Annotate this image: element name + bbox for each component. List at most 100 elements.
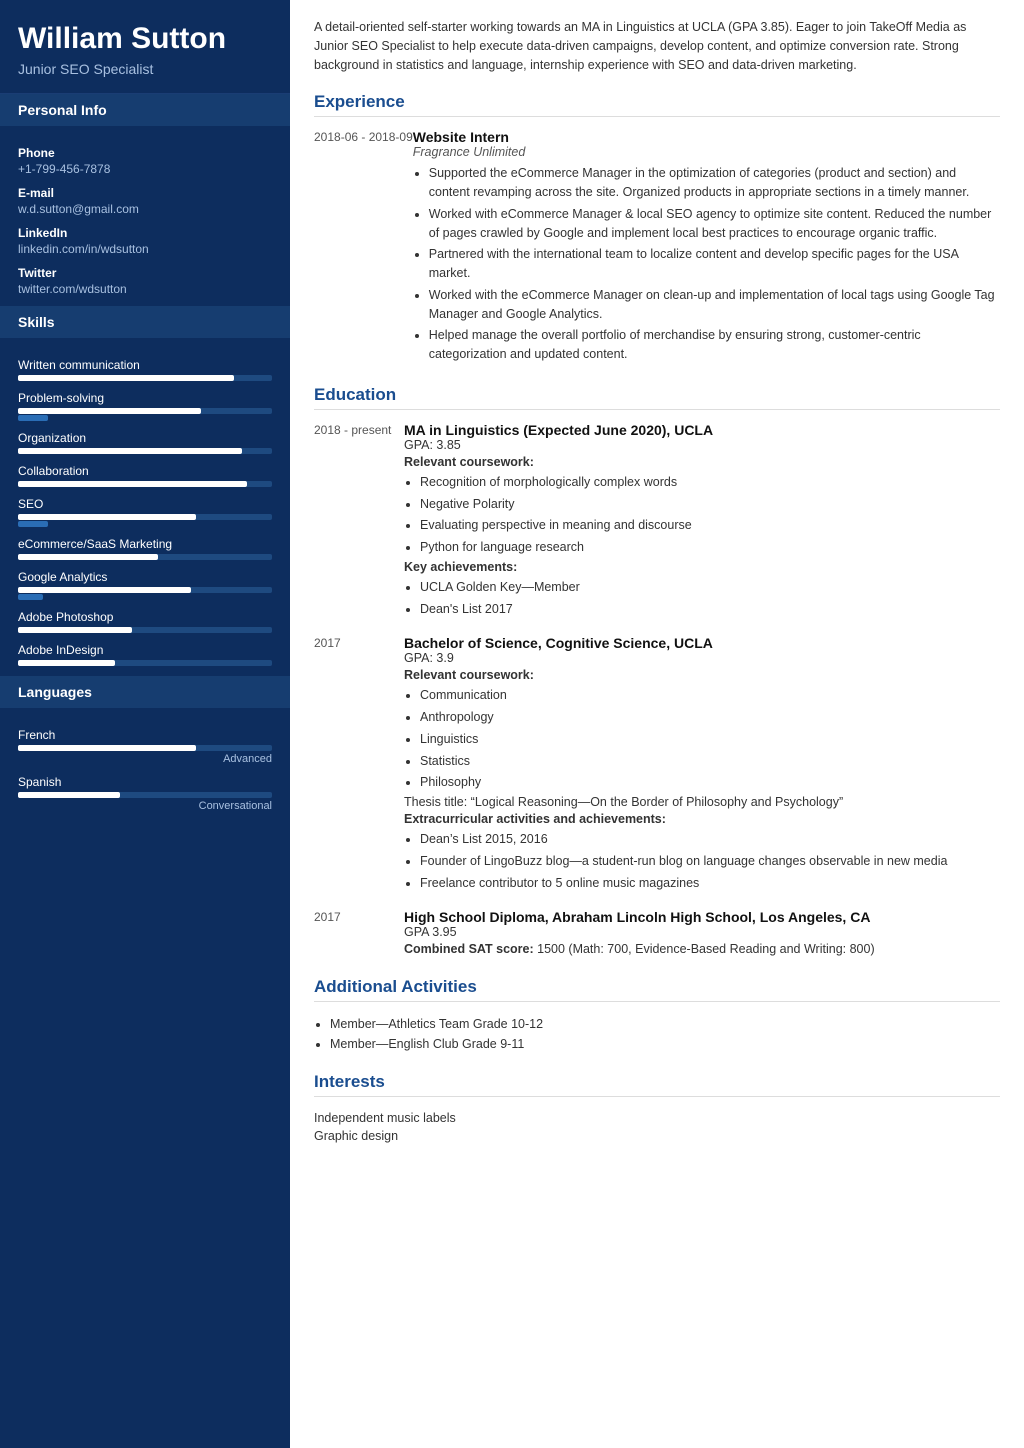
additional-heading: Additional Activities (314, 977, 1000, 1002)
skill-name: SEO (18, 497, 272, 511)
skill-item: Adobe InDesign (18, 643, 272, 666)
language-level: Conversational (18, 800, 272, 812)
education-entry: 2018 - present MA in Linguistics (Expect… (314, 422, 1000, 622)
candidate-name: William Sutton (18, 22, 272, 55)
languages-heading: Languages (0, 676, 290, 708)
entry-date: 2018-06 - 2018-09 (314, 129, 413, 367)
skill-bar-fill (18, 375, 234, 381)
skill-bar-bg (18, 448, 272, 454)
achievement-item: Dean's List 2017 (420, 600, 1000, 619)
language-item: Spanish Conversational (18, 775, 272, 812)
language-bar-bg (18, 745, 272, 751)
interests-heading: Interests (314, 1072, 1000, 1097)
education-section: Education 2018 - present MA in Linguisti… (314, 385, 1000, 960)
coursework-item: Recognition of morphologically complex w… (420, 473, 1000, 492)
education-heading: Education (314, 385, 1000, 410)
language-item: French Advanced (18, 728, 272, 765)
skill-bar-accent (18, 415, 48, 421)
twitter-value: twitter.com/wdsutton (18, 282, 272, 296)
linkedin-field: LinkedIn linkedin.com/in/wdsutton (18, 226, 272, 256)
skill-bar-fill (18, 587, 191, 593)
entry-body: MA in Linguistics (Expected June 2020), … (404, 422, 1000, 622)
extra-item: Dean’s List 2015, 2016 (420, 830, 1000, 849)
experience-section: Experience 2018-06 - 2018-09 Website Int… (314, 92, 1000, 367)
skill-bar-fill (18, 627, 132, 633)
skill-bar-bg (18, 375, 272, 381)
skill-bar-bg (18, 408, 272, 414)
experience-entry: 2018-06 - 2018-09 Website Intern Fragran… (314, 129, 1000, 367)
coursework-label: Relevant coursework: (404, 668, 1000, 682)
achievements-label: Key achievements: (404, 560, 1000, 574)
skill-bar-fill (18, 481, 247, 487)
skills-section: Written communication Problem-solving Or… (0, 338, 290, 676)
additional-item: Member—Athletics Team Grade 10-12 (330, 1014, 1000, 1034)
skill-name: Google Analytics (18, 570, 272, 584)
skill-bar-bg (18, 627, 272, 633)
entry-company: Fragrance Unlimited (413, 145, 1000, 159)
interest-item: Independent music labels (314, 1109, 1000, 1127)
achievement-item: UCLA Golden Key—Member (420, 578, 1000, 597)
additional-section: Additional Activities Member—Athletics T… (314, 977, 1000, 1054)
coursework-item: Philosophy (420, 773, 1000, 792)
entry-title: Website Intern (413, 129, 1000, 145)
coursework-label: Relevant coursework: (404, 455, 1000, 469)
skill-name: Problem-solving (18, 391, 272, 405)
skill-bar-fill (18, 408, 201, 414)
entry-date: 2018 - present (314, 422, 404, 622)
interest-item: Graphic design (314, 1127, 1000, 1145)
summary-text: A detail-oriented self-starter working t… (314, 18, 1000, 74)
skill-bar-accent (18, 521, 48, 527)
phone-label: Phone (18, 146, 272, 160)
skill-bar-bg (18, 514, 272, 520)
bullet-item: Partnered with the international team to… (429, 245, 1000, 283)
interests-section: Interests Independent music labelsGraphi… (314, 1072, 1000, 1145)
interests-list: Independent music labelsGraphic design (314, 1109, 1000, 1145)
coursework-item: Evaluating perspective in meaning and di… (420, 516, 1000, 535)
entry-title: MA in Linguistics (Expected June 2020), … (404, 422, 1000, 438)
sidebar: William Sutton Junior SEO Specialist Per… (0, 0, 290, 1448)
linkedin-label: LinkedIn (18, 226, 272, 240)
twitter-label: Twitter (18, 266, 272, 280)
skill-name: Adobe InDesign (18, 643, 272, 657)
languages-section: French Advanced Spanish Conversational (0, 708, 290, 822)
extra-item: Freelance contributor to 5 online music … (420, 874, 1000, 893)
entry-body: High School Diploma, Abraham Lincoln Hig… (404, 909, 1000, 959)
skill-name: Organization (18, 431, 272, 445)
skill-name: Written communication (18, 358, 272, 372)
skill-name: Adobe Photoshop (18, 610, 272, 624)
skill-item: Google Analytics (18, 570, 272, 600)
sat-score: Combined SAT score: 1500 (Math: 700, Evi… (404, 942, 1000, 956)
skill-bar-bg (18, 587, 272, 593)
skill-name: Collaboration (18, 464, 272, 478)
coursework-item: Statistics (420, 752, 1000, 771)
language-bar-fill (18, 745, 196, 751)
coursework-item: Negative Polarity (420, 495, 1000, 514)
language-name: Spanish (18, 775, 272, 789)
coursework-item: Linguistics (420, 730, 1000, 749)
gpa: GPA: 3.9 (404, 651, 1000, 665)
skill-item: Problem-solving (18, 391, 272, 421)
experience-heading: Experience (314, 92, 1000, 117)
email-field: E-mail w.d.sutton@gmail.com (18, 186, 272, 216)
language-name: French (18, 728, 272, 742)
skill-item: Organization (18, 431, 272, 454)
candidate-title: Junior SEO Specialist (18, 61, 272, 77)
education-entry: 2017 Bachelor of Science, Cognitive Scie… (314, 635, 1000, 895)
language-bar-bg (18, 792, 272, 798)
skill-bar-fill (18, 554, 158, 560)
skill-bar-accent (18, 594, 43, 600)
additional-list: Member—Athletics Team Grade 10-12Member—… (314, 1014, 1000, 1054)
skill-item: Adobe Photoshop (18, 610, 272, 633)
extra-label: Extracurricular activities and achieveme… (404, 812, 1000, 826)
thesis: Thesis title: “Logical Reasoning—On the … (404, 795, 1000, 809)
additional-item: Member—English Club Grade 9-11 (330, 1034, 1000, 1054)
skill-item: SEO (18, 497, 272, 527)
coursework-item: Communication (420, 686, 1000, 705)
skill-bar-bg (18, 660, 272, 666)
phone-field: Phone +1-799-456-7878 (18, 146, 272, 176)
skill-item: Collaboration (18, 464, 272, 487)
entry-body: Bachelor of Science, Cognitive Science, … (404, 635, 1000, 895)
sidebar-header: William Sutton Junior SEO Specialist (0, 0, 290, 94)
bullet-item: Worked with the eCommerce Manager on cle… (429, 286, 1000, 324)
entry-title: High School Diploma, Abraham Lincoln Hig… (404, 909, 1000, 925)
